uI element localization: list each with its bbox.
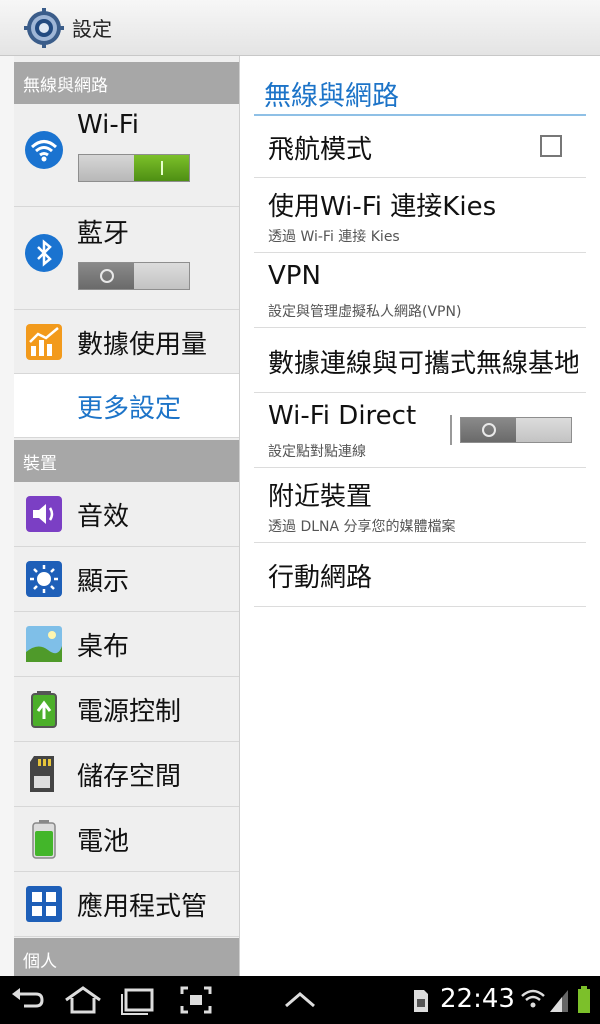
sidebar-item-applications[interactable]: 應用程式管 — [14, 872, 239, 937]
section-header-wireless: 無線與網路 — [14, 62, 239, 104]
section-header-device: 裝置 — [14, 440, 239, 482]
battery-icon — [32, 820, 56, 859]
sidebar-item-label: 桌布 — [77, 632, 130, 662]
toggle-on-part — [134, 155, 189, 181]
sidebar-item-label: 應用程式管 — [77, 892, 208, 922]
toggle-on-part — [134, 263, 189, 289]
bluetooth-toggle[interactable] — [78, 262, 190, 290]
sidebar-item-label: 電源控制 — [77, 697, 182, 727]
setting-title: 數據連線與可攜式無線基地台 — [268, 349, 578, 379]
sidebar-item-wallpaper[interactable]: 桌布 — [14, 612, 239, 677]
wallpaper-icon — [26, 626, 62, 662]
sidebar-item-wifi[interactable]: Wi-Fi — [14, 104, 239, 207]
detail-pane[interactable]: 無線與網路 飛航模式 使用Wi-Fi 連接Kies 透過 Wi-Fi 連接 Ki… — [240, 56, 600, 976]
toggle-on-part — [516, 418, 571, 442]
setting-subtitle: 設定點對點連線 — [268, 444, 366, 460]
sidebar-item-label: Wi-Fi — [77, 110, 140, 140]
data-usage-icon — [26, 324, 62, 360]
system-bar: 22:43 — [0, 976, 600, 1024]
sidebar-item-battery[interactable]: 電池 — [14, 807, 239, 872]
sound-icon — [26, 496, 62, 532]
sidebar-item-label: 數據使用量 — [77, 330, 208, 360]
display-icon — [26, 561, 62, 597]
power-saving-icon — [31, 691, 57, 728]
screenshot-icon[interactable] — [178, 984, 214, 1016]
wifi-icon — [25, 131, 63, 169]
bluetooth-icon — [25, 234, 63, 272]
setting-nearby-devices[interactable]: 附近裝置 透過 DLNA 分享您的媒體檔案 — [254, 468, 586, 543]
setting-title: 飛航模式 — [268, 135, 373, 165]
sidebar-item-data-usage[interactable]: 數據使用量 — [14, 310, 239, 374]
setting-kies-wifi[interactable]: 使用Wi-Fi 連接Kies 透過 Wi-Fi 連接 Kies — [254, 178, 586, 253]
setting-airplane-mode[interactable]: 飛航模式 — [254, 116, 586, 178]
setting-subtitle: 透過 Wi-Fi 連接 Kies — [268, 229, 400, 245]
menu-up-icon[interactable] — [282, 984, 318, 1016]
wifi-direct-toggle[interactable] — [460, 417, 572, 443]
sidebar-item-storage[interactable]: 儲存空間 — [14, 742, 239, 807]
sim-card-icon — [414, 990, 428, 1012]
setting-tethering-hotspot[interactable]: 數據連線與可攜式無線基地台 — [254, 328, 586, 393]
sidebar-item-bluetooth[interactable]: 藍牙 — [14, 207, 239, 310]
left-edge — [0, 56, 14, 976]
back-icon[interactable] — [8, 984, 48, 1016]
sidebar-item-sound[interactable]: 音效 — [14, 482, 239, 547]
sidebar-item-label: 顯示 — [77, 567, 130, 597]
apps-icon — [26, 886, 62, 922]
sidebar-item-label: 儲存空間 — [77, 762, 182, 792]
sidebar-item-power-saving[interactable]: 電源控制 — [14, 677, 239, 742]
setting-title: 使用Wi-Fi 連接Kies — [268, 192, 497, 222]
recent-apps-icon[interactable] — [120, 984, 160, 1016]
setting-title: 附近裝置 — [268, 482, 373, 512]
setting-subtitle: 設定與管理虛擬私人網路(VPN) — [268, 304, 462, 320]
sidebar-item-label: 電池 — [77, 827, 130, 857]
wifi-toggle[interactable] — [78, 154, 190, 182]
sidebar-item-more-settings[interactable]: 更多設定 — [14, 374, 239, 438]
setting-vpn[interactable]: VPN 設定與管理虛擬私人網路(VPN) — [254, 253, 586, 328]
detail-title: 無線與網路 — [264, 81, 399, 112]
selection-pointer — [225, 387, 239, 419]
sidebar-item-display[interactable]: 顯示 — [14, 547, 239, 612]
section-header-personal: 個人 — [14, 938, 239, 976]
setting-mobile-networks[interactable]: 行動網路 — [254, 543, 586, 607]
settings-category-list[interactable]: 無線與網路 Wi-Fi 藍牙 數據使用量 更多設定 裝置 音效 顯示 桌布 電源… — [0, 56, 240, 976]
sidebar-item-label: 更多設定 — [77, 394, 182, 424]
toggle-separator — [450, 415, 452, 445]
page-title: 設定 — [72, 17, 112, 41]
sidebar-item-label: 音效 — [77, 502, 130, 532]
storage-icon — [30, 756, 54, 792]
setting-title: VPN — [268, 261, 321, 291]
battery-status-icon — [578, 986, 590, 1013]
settings-gear-icon[interactable] — [24, 7, 64, 48]
airplane-mode-checkbox[interactable] — [540, 135, 562, 157]
setting-subtitle: 透過 DLNA 分享您的媒體檔案 — [268, 519, 456, 535]
toggle-off-part — [461, 418, 516, 442]
toggle-off-part — [79, 263, 134, 289]
sidebar-item-label: 藍牙 — [77, 219, 130, 249]
setting-title: Wi-Fi Direct — [268, 401, 417, 431]
setting-wifi-direct[interactable]: Wi-Fi Direct 設定點對點連線 — [254, 393, 586, 468]
home-icon[interactable] — [62, 984, 104, 1016]
action-bar: 設定 — [0, 0, 600, 56]
setting-title: 行動網路 — [268, 563, 373, 593]
cell-signal-icon — [550, 990, 568, 1012]
wifi-signal-icon — [521, 989, 545, 1008]
toggle-off-part — [79, 155, 134, 181]
clock: 22:43 — [440, 984, 515, 1014]
